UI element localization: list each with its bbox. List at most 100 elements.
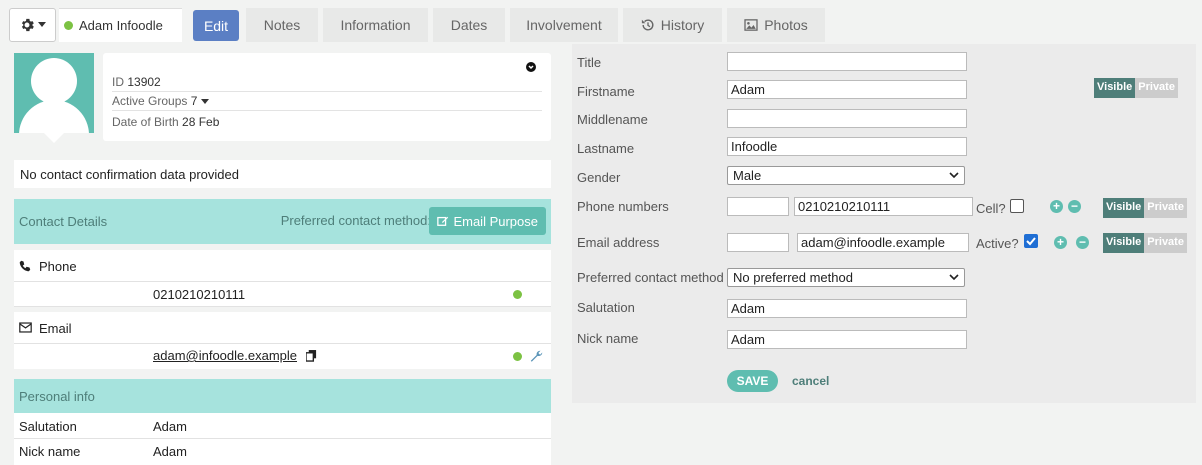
lastname-label: Lastname xyxy=(577,141,635,156)
salutation-input[interactable]: Adam xyxy=(727,299,967,318)
phone-value: 0210210210111 xyxy=(153,287,246,302)
remove-phone-button[interactable]: − xyxy=(1068,200,1081,213)
middlename-input[interactable] xyxy=(727,109,967,128)
gender-select[interactable]: Male xyxy=(727,166,965,185)
chevron-down-icon xyxy=(949,172,959,179)
id-row: ID 13902 xyxy=(112,75,161,89)
firstname-input[interactable]: Adam xyxy=(727,80,967,99)
private-option[interactable]: Private xyxy=(1135,78,1178,98)
status-dot xyxy=(513,290,522,299)
add-email-button[interactable]: + xyxy=(1054,236,1067,249)
title-input[interactable] xyxy=(727,52,967,71)
confirmation-notice: No contact confirmation data provided xyxy=(14,160,551,188)
profile-info-box: ID 13902 Active Groups 7 Date of Birth 2… xyxy=(103,53,551,141)
preferred-contact-label: Preferred contact method: xyxy=(280,213,431,228)
edit-icon xyxy=(437,216,449,226)
dob-value: 28 Feb xyxy=(182,115,220,129)
section-title: Personal info xyxy=(19,388,95,404)
tab-involvement[interactable]: Involvement xyxy=(510,8,618,42)
settings-menu-button[interactable] xyxy=(9,8,56,42)
private-option[interactable]: Private xyxy=(1144,198,1187,218)
salutation-value: Adam xyxy=(153,419,187,434)
visible-option[interactable]: Visible xyxy=(1103,233,1145,253)
email-label: Email xyxy=(39,321,72,336)
phone-prefix-input[interactable] xyxy=(727,197,789,216)
save-button[interactable]: SAVE xyxy=(727,370,778,392)
person-chip[interactable]: Adam Infoodle xyxy=(59,8,182,42)
cell-label: Cell? xyxy=(976,201,1006,216)
nickname-label: Nick name xyxy=(19,444,81,459)
active-label: Active? xyxy=(976,236,1019,251)
phone-number-input[interactable]: 0210210210111 xyxy=(794,197,973,216)
lastname-input[interactable]: Infoodle xyxy=(727,137,967,156)
nickname-input[interactable]: Adam xyxy=(727,330,967,349)
email-visibility-toggle[interactable]: Visible Private xyxy=(1103,233,1187,253)
email-input[interactable]: adam@infoodle.example xyxy=(797,233,969,252)
wrench-icon[interactable] xyxy=(530,349,544,363)
tab-label: Edit xyxy=(203,17,229,34)
cell-checkbox[interactable] xyxy=(1010,199,1024,213)
phone-value-row: 0210210210111 xyxy=(14,282,551,307)
id-value: 13902 xyxy=(127,75,161,89)
preferred-method-select[interactable]: No preferred method xyxy=(727,268,965,287)
email-purpose-label: Email Purpose xyxy=(453,213,538,229)
nickname-label: Nick name xyxy=(577,331,639,346)
phone-visibility-toggle[interactable]: Visible Private xyxy=(1103,198,1187,218)
dob-label: Date of Birth xyxy=(112,115,179,129)
image-icon xyxy=(744,19,758,31)
edit-form: Title Firstname Adam Visible Private Mid… xyxy=(572,44,1196,403)
profile-card: ID 13902 Active Groups 7 Date of Birth 2… xyxy=(14,53,551,143)
active-checkbox[interactable] xyxy=(1024,234,1038,248)
active-groups-row[interactable]: Active Groups 7 xyxy=(112,94,209,108)
tab-label: Dates xyxy=(450,17,488,33)
phone-icon xyxy=(19,260,31,272)
email-value-row: adam@infoodle.example xyxy=(14,344,551,369)
personal-info-row: Nick name Adam xyxy=(14,439,551,465)
visible-option[interactable]: Visible xyxy=(1103,198,1145,218)
tab-history[interactable]: History xyxy=(623,8,722,42)
email-prefix-input[interactable] xyxy=(727,233,789,252)
tab-notes[interactable]: Notes xyxy=(246,8,318,42)
top-bar: Adam Infoodle Edit Notes Information Dat… xyxy=(0,0,1202,44)
cancel-link[interactable]: cancel xyxy=(792,374,829,388)
email-address-label: Email address xyxy=(577,235,660,250)
phone-numbers-label: Phone numbers xyxy=(577,199,669,214)
tab-information[interactable]: Information xyxy=(323,8,428,42)
title-label: Title xyxy=(577,55,602,70)
salutation-label: Salutation xyxy=(19,419,77,434)
remove-email-button[interactable]: − xyxy=(1076,236,1089,249)
caret-down-icon xyxy=(200,99,209,104)
add-phone-button[interactable]: + xyxy=(1050,200,1063,213)
firstname-visibility-toggle[interactable]: Visible Private xyxy=(1094,78,1178,98)
copy-icon[interactable] xyxy=(306,350,317,362)
middlename-label: Middlename xyxy=(577,112,648,127)
dob-row: Date of Birth 28 Feb xyxy=(112,115,219,129)
contact-details-header: Contact Details Preferred contact method… xyxy=(14,199,551,244)
tab-edit[interactable]: Edit xyxy=(193,10,239,41)
phone-header-row: Phone xyxy=(14,250,551,282)
tab-label: Involvement xyxy=(526,17,602,33)
section-title: Contact Details xyxy=(19,214,108,229)
id-label: ID xyxy=(112,75,124,89)
email-purpose-button[interactable]: Email Purpose xyxy=(429,207,546,235)
tab-label: Information xyxy=(340,17,411,33)
chevron-down-icon[interactable] xyxy=(526,62,536,72)
visible-option[interactable]: Visible xyxy=(1094,78,1136,98)
email-header-row: Email xyxy=(14,312,551,344)
status-dot xyxy=(513,352,522,361)
tab-label: Notes xyxy=(263,17,301,33)
confirmation-text: No contact confirmation data provided xyxy=(20,167,239,182)
gear-icon xyxy=(21,18,34,32)
nickname-value: Adam xyxy=(153,444,187,459)
private-option[interactable]: Private xyxy=(1144,233,1187,253)
preferred-method-label: Preferred contact method xyxy=(577,270,724,285)
history-icon xyxy=(641,19,654,31)
email-link[interactable]: adam@infoodle.example xyxy=(153,348,297,363)
phone-label: Phone xyxy=(39,259,77,274)
tab-dates[interactable]: Dates xyxy=(433,8,505,42)
tab-photos[interactable]: Photos xyxy=(727,8,825,42)
avatar[interactable] xyxy=(14,53,94,133)
status-dot xyxy=(64,21,73,30)
gender-value: Male xyxy=(733,168,762,183)
chevron-down-icon xyxy=(949,274,959,281)
